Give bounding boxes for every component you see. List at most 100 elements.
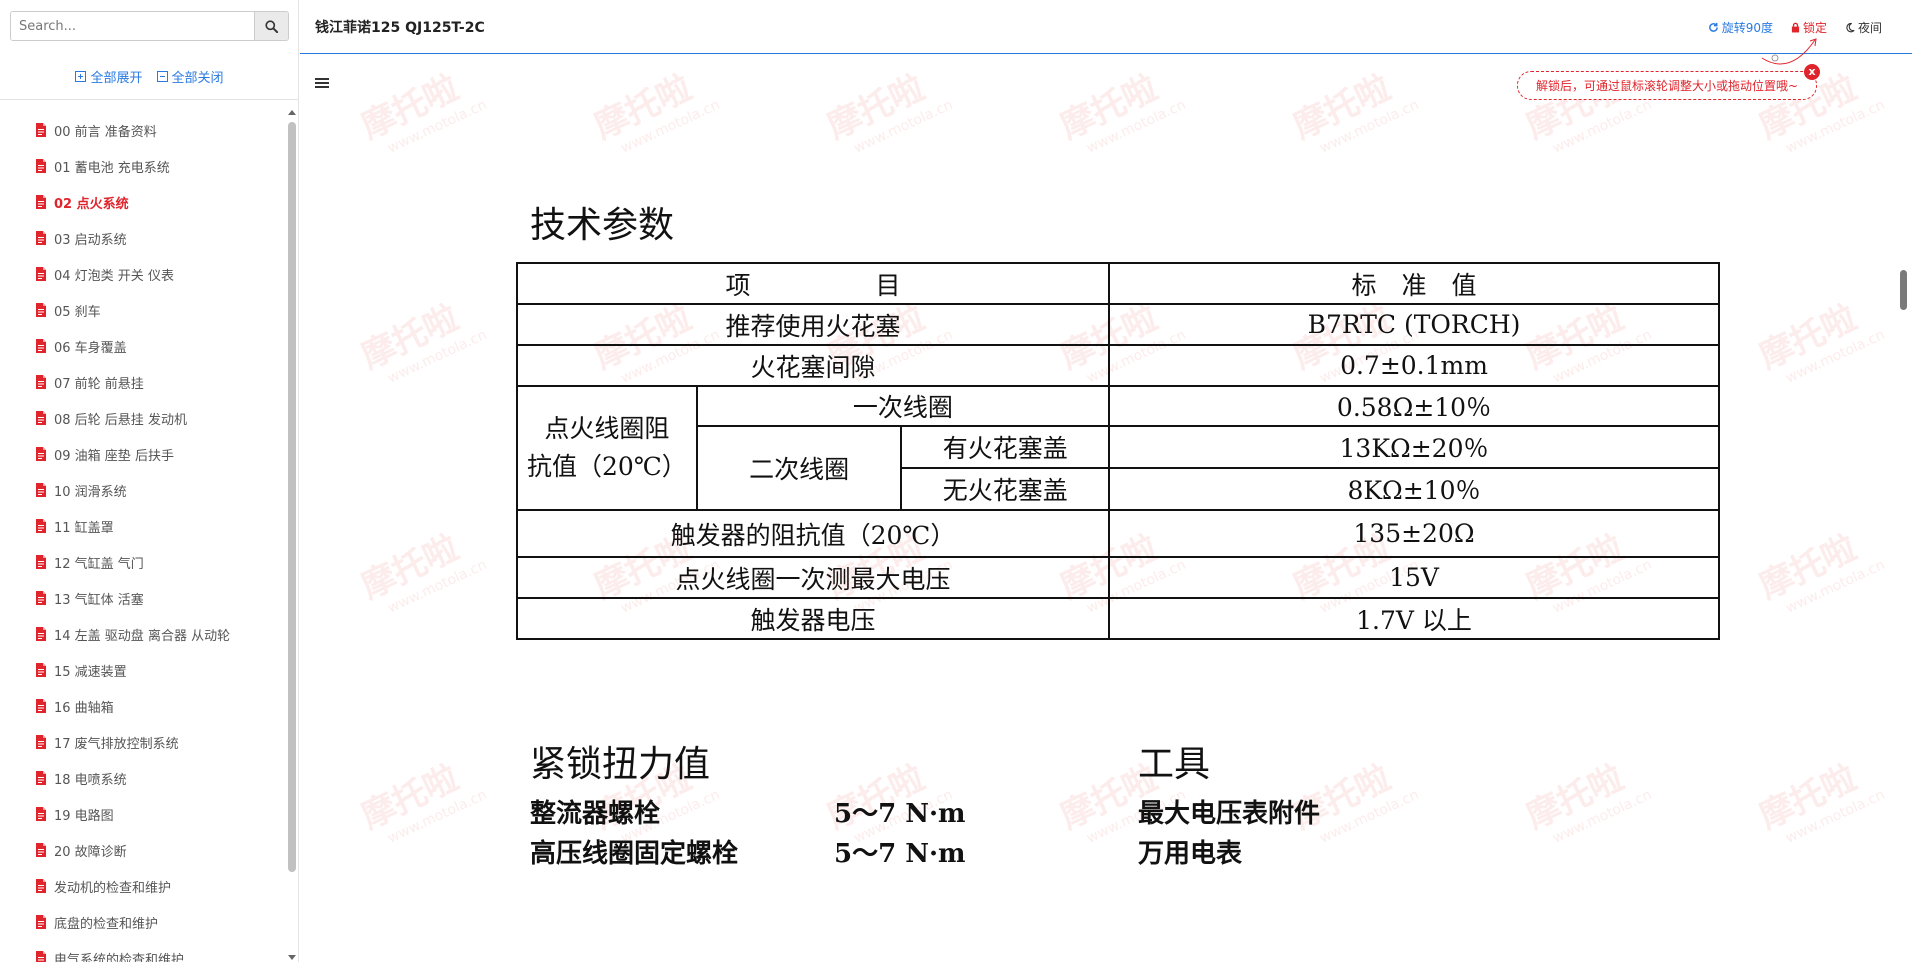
sidebar-chapter-item[interactable]: 16 曲轴箱 [0, 688, 280, 724]
pdf-document-icon [36, 879, 46, 893]
document-title: 钱江菲诺125 QJ125T-2C [315, 20, 485, 36]
sidebar-chapter-item[interactable]: 01 蓄电池 充电系统 [0, 148, 280, 184]
sidebar-chapter-item[interactable]: 02 点火系统 [0, 184, 280, 220]
watermark: 摩托啦 www.motola.cn [1284, 55, 1421, 163]
sidebar-chapter-item[interactable]: 08 后轮 后悬挂 发动机 [0, 400, 280, 436]
pdf-document-icon [36, 771, 46, 785]
moon-icon [1846, 22, 1855, 33]
lock-button[interactable]: 锁定 [1791, 19, 1827, 36]
sidebar-chapter-item[interactable]: 17 废气排放控制系统 [0, 724, 280, 760]
night-mode-button[interactable]: 夜间 [1845, 19, 1882, 36]
sidebar-chapter-item[interactable]: 07 前轮 前悬挂 [0, 364, 280, 400]
watermark-url: www.motola.cn [1317, 786, 1422, 847]
search-input[interactable] [11, 12, 254, 40]
spec-table: 项 目 标 准 值 推荐使用火花塞 B7RTC (TORCH) 火花塞间隙 0.… [515, 262, 1720, 640]
sidebar-chapter-item[interactable]: 18 电喷系统 [0, 760, 280, 796]
pdf-document-icon [36, 915, 46, 929]
watermark-brand: 摩托啦 [1054, 67, 1164, 148]
document-viewport[interactable]: 摩托啦 www.motola.cn 摩托啦 www.motola.cn 摩托啦 www.m… [300, 55, 1892, 962]
sidebar-chapter-item[interactable]: 00 前言 准备资料 [0, 112, 280, 148]
table-cell: 无火花塞盖 [900, 467, 1111, 511]
rotate-button[interactable]: 旋转90度 [1708, 19, 1773, 36]
watermark-brand: 摩托啦 [1753, 527, 1863, 608]
sidebar-chapter-item[interactable]: 04 灯泡类 开关 仪表 [0, 256, 280, 292]
torque-name: 高压线圈固定螺栓 [530, 839, 739, 869]
pdf-document-icon [36, 699, 46, 713]
table-row: 火花塞间隙 0.7±0.1mm [515, 344, 1720, 387]
pdf-document-icon [36, 375, 46, 389]
sidebar-chapter-item[interactable]: 05 刹车 [0, 292, 280, 328]
collapse-all-button[interactable]: 全部关闭 [156, 67, 224, 86]
expand-all-button[interactable]: 全部展开 [75, 67, 143, 86]
table-header-value: 标 准 值 [1108, 262, 1720, 305]
sidebar-chapter-item[interactable]: 15 减速装置 [0, 652, 280, 688]
table-cell: 火花塞间隙 [515, 344, 1111, 387]
table-row: 项 目 标 准 值 [515, 262, 1720, 305]
sidebar-chapter-item[interactable]: 底盘的检查和维护 [0, 904, 280, 940]
sidebar-chapter-item[interactable]: 12 气缸盖 气门 [0, 544, 280, 580]
document-scroll-thumb[interactable] [1900, 270, 1907, 310]
watermark-brand: 摩托啦 [1753, 757, 1863, 838]
lock-tip-bubble: 解锁后，可通过鼠标滚轮调整大小或拖动位置哦~ [1517, 71, 1817, 100]
top-bar: 钱江菲诺125 QJ125T-2C 旋转90度 锁定 夜间 [300, 0, 1912, 54]
document-scrollbar[interactable] [1898, 55, 1910, 962]
watermark: 摩托啦 www.motola.cn [352, 742, 489, 852]
pdf-document-icon [36, 231, 46, 245]
sidebar-scrollbar[interactable] [287, 108, 297, 962]
pdf-document-icon [36, 555, 46, 569]
watermark-url: www.motola.cn [1550, 96, 1655, 157]
pdf-document-icon [36, 627, 46, 641]
pdf-document-icon [36, 591, 46, 605]
sidebar-chapter-label: 04 灯泡类 开关 仪表 [54, 268, 174, 284]
watermark-brand: 摩托啦 [1753, 297, 1863, 378]
sidebar-chapter-item[interactable]: 发动机的检查和维护 [0, 868, 280, 904]
watermark-url: www.motola.cn [385, 96, 490, 157]
sidebar-chapter-item[interactable]: 03 启动系统 [0, 220, 280, 256]
pdf-document-icon [36, 195, 46, 209]
sidebar-chapter-item[interactable]: 14 左盖 驱动盘 离合器 从动轮 [0, 616, 280, 652]
table-cell: 0.7±0.1mm [1108, 344, 1720, 387]
table-cell: B7RTC (TORCH) [1108, 303, 1720, 346]
search-icon [265, 19, 278, 33]
table-cell: 1.7V 以上 [1108, 597, 1720, 640]
table-cell: 8KΩ±10％ [1108, 467, 1720, 511]
scroll-up-arrow-icon[interactable] [288, 110, 296, 115]
plus-square-icon [75, 71, 87, 82]
watermark-brand: 摩托啦 [355, 757, 465, 838]
sidebar-chapter-label: 20 故障诊断 [54, 844, 127, 860]
pdf-document-icon [36, 843, 46, 857]
watermark: 摩托啦 www.motola.cn [1750, 742, 1887, 852]
sidebar-chapter-item[interactable]: 13 气缸体 活塞 [0, 580, 280, 616]
watermark-url: www.motola.cn [385, 556, 490, 617]
search-button[interactable] [254, 12, 288, 40]
sidebar-chapter-item[interactable]: 10 润滑系统 [0, 472, 280, 508]
sidebar-chapter-item[interactable]: 19 电路图 [0, 796, 280, 832]
table-cell: 触发器电压 [515, 597, 1111, 640]
rotate-label: 旋转90度 [1721, 21, 1773, 35]
sidebar-chapter-label: 06 车身覆盖 [54, 340, 127, 356]
pdf-document-icon [36, 951, 46, 962]
tip-close-button[interactable]: x [1804, 64, 1820, 80]
sidebar-chapter-item[interactable]: 20 故障诊断 [0, 832, 280, 868]
watermark: 摩托啦 www.motola.cn [352, 55, 489, 163]
sidebar-chapter-label: 07 前轮 前悬挂 [54, 376, 144, 392]
sidebar-chapter-label: 16 曲轴箱 [54, 700, 114, 716]
sidebar-chapter-item[interactable]: 09 油箱 座垫 后扶手 [0, 436, 280, 472]
sidebar-scroll-thumb[interactable] [288, 122, 296, 872]
pdf-document-icon [36, 807, 46, 821]
scroll-down-arrow-icon[interactable] [288, 955, 296, 960]
sidebar-chapter-item[interactable]: 电气系统的检查和维护 [0, 940, 280, 962]
watermark-url: www.motola.cn [1783, 96, 1888, 157]
sidebar-chapter-item[interactable]: 06 车身覆盖 [0, 328, 280, 364]
watermark: 摩托啦 www.motola.cn [352, 512, 489, 622]
torque-name: 整流器螺栓 [530, 799, 661, 829]
watermark-url: www.motola.cn [385, 326, 490, 387]
coil-label-line2: 抗值（20℃） [527, 452, 687, 481]
sidebar-chapter-item[interactable]: 11 缸盖罩 [0, 508, 280, 544]
table-cell: 一次线圈 [695, 385, 1111, 427]
watermark: 摩托啦 www.motola.cn [1750, 282, 1887, 392]
watermark-brand: 摩托啦 [355, 67, 465, 148]
sidebar-chapter-label: 18 电喷系统 [54, 772, 127, 788]
watermark: 摩托啦 www.motola.cn [818, 55, 955, 163]
table-cell: 推荐使用火花塞 [515, 303, 1111, 346]
